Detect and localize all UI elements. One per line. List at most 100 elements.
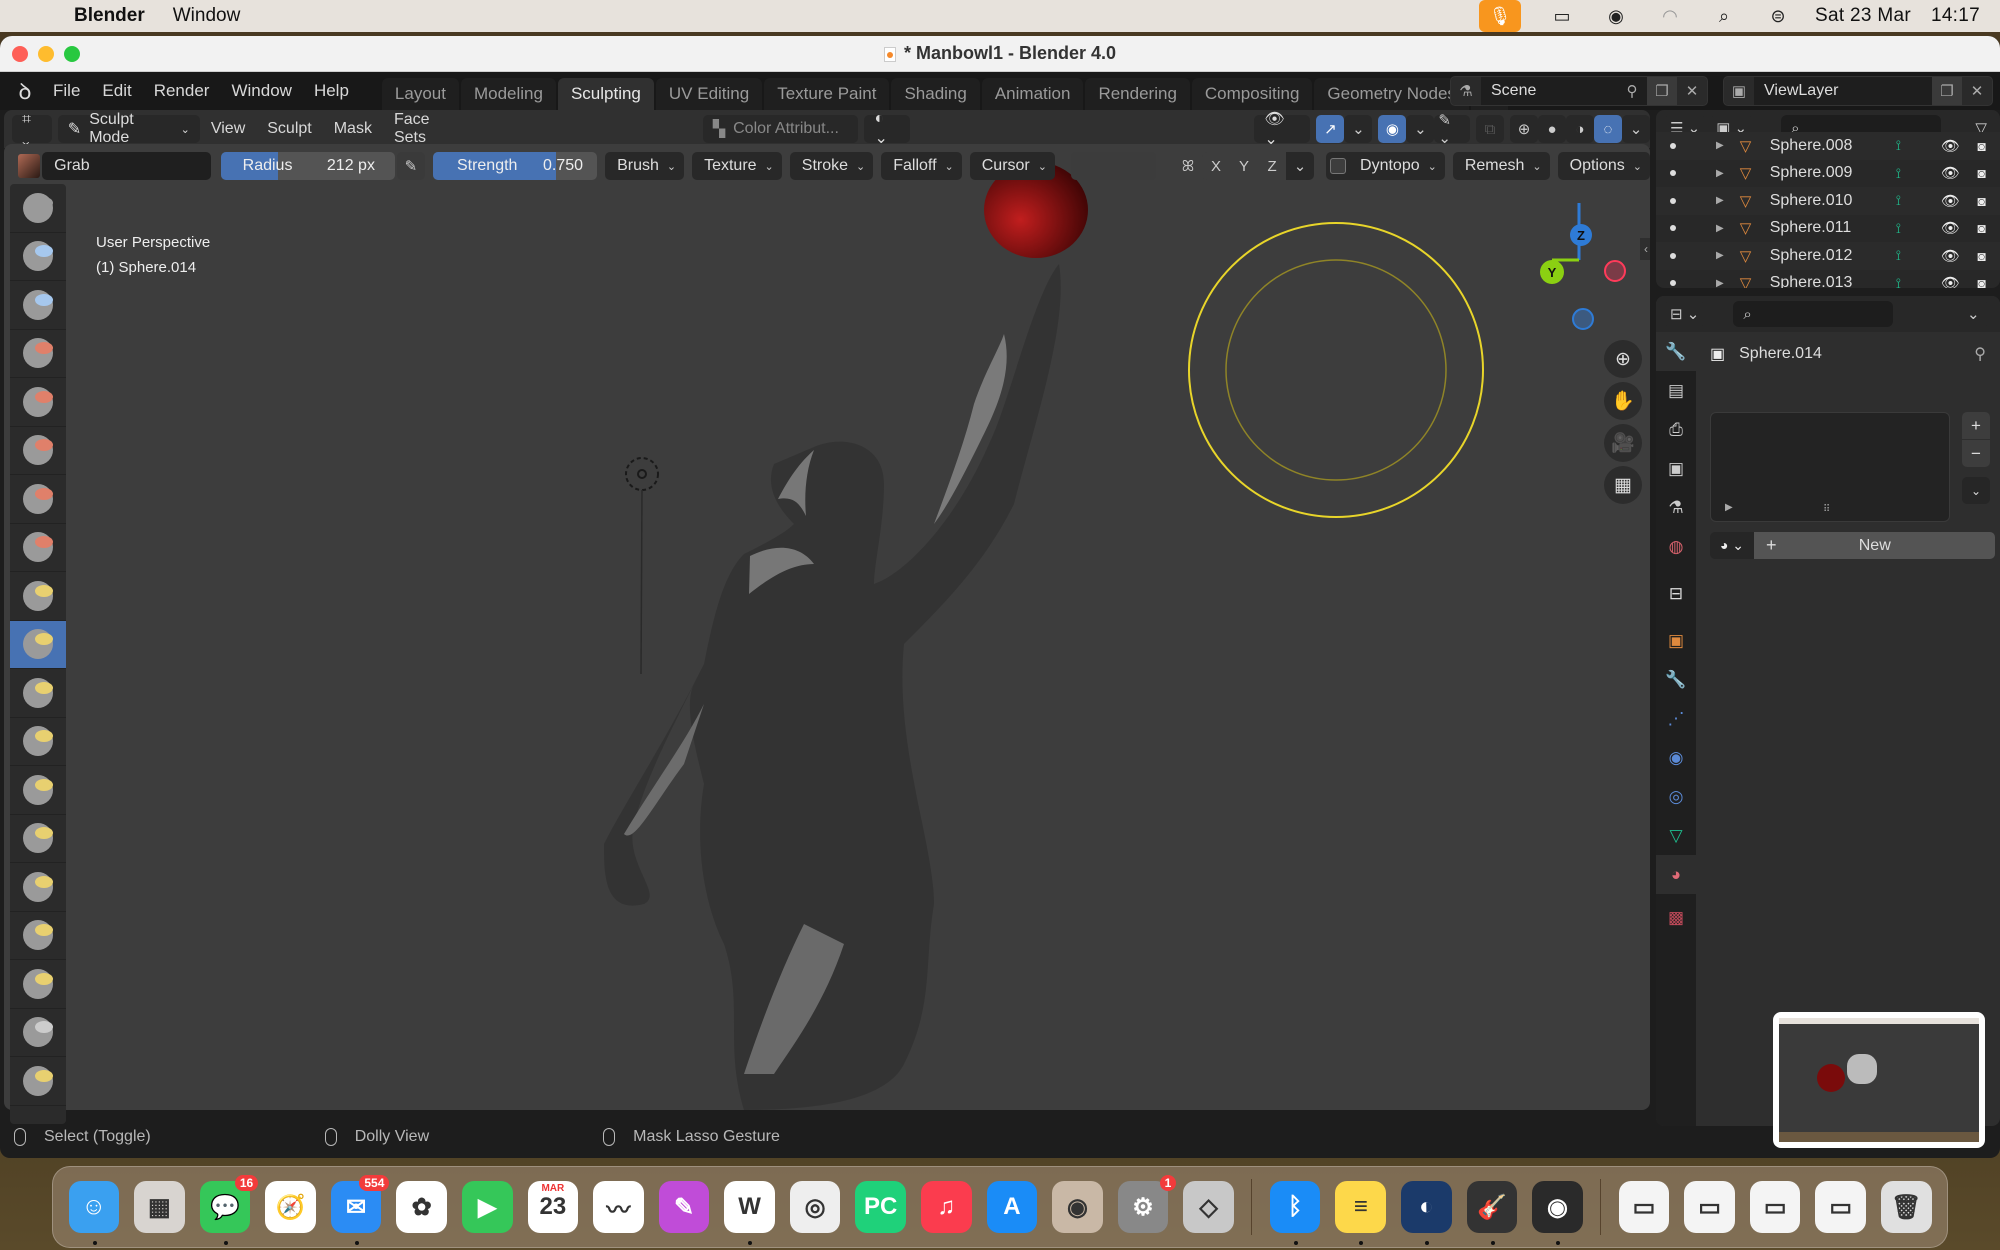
wireframe-shading-button[interactable]: ⊕ [1509,115,1538,143]
dock-app-music[interactable]: ♫ [921,1181,972,1233]
view-layer-tab-icon[interactable]: ▣ [1656,449,1696,488]
properties-search-input[interactable]: ⌕ [1733,301,1894,327]
gizmo-z-button[interactable]: Z [1570,224,1592,246]
data-tab-icon[interactable]: ▽ [1656,816,1696,855]
remesh-dropdown[interactable]: Remesh ⌄ [1452,152,1550,180]
dock-app-recent-document-1[interactable]: ▭ [1618,1181,1670,1233]
visibility-eye-icon[interactable]: 👁 [1941,274,1960,288]
menubar-time[interactable]: 14:17 [1931,5,1980,27]
tool-draw-sharp[interactable] [10,281,66,330]
editor-type-button[interactable]: ⌗ ⌄ [12,111,52,146]
tool-grab[interactable] [10,669,66,718]
pin-icon[interactable]: ⚲ [1974,344,1986,364]
dock-app-safari[interactable]: 🧭 [265,1181,316,1233]
pin-icon[interactable]: ⚲ [1617,77,1647,105]
menubar-app-name[interactable]: Blender [74,5,145,27]
dock-app-steam[interactable]: ◐ [1401,1181,1452,1245]
view-layer-field[interactable]: ViewLayer [1754,77,1932,105]
duplicate-scene-icon[interactable]: ❐ [1647,77,1677,105]
zoom-view-icon[interactable]: ⊕ [1604,340,1642,378]
outliner-row[interactable]: ▶ ▽ Sphere.009 ⟟ 👁 ◙ [1656,160,2000,188]
remove-scene-icon[interactable]: ✕ [1677,77,1707,105]
selectable-dot-icon[interactable] [1670,197,1676,204]
gizmo-negative-z-button[interactable] [1572,308,1594,330]
outliner-row[interactable]: ▶ ▽ Sphere.011 ⟟ 👁 ◙ [1656,215,2000,243]
outliner-row[interactable]: ▶ ▽ Sphere.010 ⟟ 👁 ◙ [1656,187,2000,215]
dock-app-word[interactable]: W [724,1181,775,1245]
outliner-object-name[interactable]: Sphere.010 [1770,192,1890,210]
outliner-object-name[interactable]: Sphere.012 [1770,247,1890,265]
dock-app-recent-document-2[interactable]: ▭ [1684,1181,1735,1233]
dock-app-app-store[interactable]: A [986,1181,1038,1233]
resize-handle-icon[interactable]: ⠿ [1823,504,1830,515]
tool-slide-relax[interactable] [10,1009,66,1057]
workspace-tab-rendering[interactable]: Rendering [1085,78,1190,110]
texture-dropdown[interactable]: Texture ⌄ [692,152,782,180]
control-center-icon[interactable]: ⊜ [1751,0,1805,32]
modifier-tab-icon[interactable]: 🔧 [1656,660,1696,699]
outliner-object-name[interactable]: Sphere.013 [1770,274,1890,288]
xray-toggle-button[interactable]: ⧉ [1475,115,1504,143]
duplicate-view-layer-icon[interactable]: ❐ [1932,77,1962,105]
vertex-groups-icon[interactable]: ⟟ [1896,137,1901,154]
gizmo-toggle-button[interactable]: ↗ [1316,115,1345,143]
physics-tab-icon[interactable]: ◉ [1656,738,1696,777]
gizmo-x-button[interactable] [1604,260,1626,282]
screenshot-thumbnail[interactable] [1773,1012,1985,1148]
tool-inflate[interactable] [10,475,66,524]
workspace-tab-modeling[interactable]: Modeling [460,78,556,110]
outliner-object-name[interactable]: Sphere.009 [1770,164,1890,182]
brush-preview-icon[interactable] [18,154,41,178]
outliner-row[interactable]: ▶ ▽ Sphere.013 ⟟ 👁 ◙ [1656,270,2000,288]
dock-app-freeform[interactable]: 〰 [593,1181,644,1233]
cursor-dropdown[interactable]: Cursor ⌄ [969,152,1055,180]
overlay-toggle-button[interactable]: ◉ [1378,115,1407,143]
tool-nudge[interactable] [10,912,66,960]
expand-arrow-icon[interactable]: ▶ [1716,195,1724,206]
visibility-eye-icon[interactable]: 👁 [1941,192,1960,210]
dock-app-garageband[interactable]: 🎸 [1466,1181,1518,1245]
properties-options-dropdown[interactable]: ⌄ [1959,300,1988,328]
dock-app-roblox[interactable]: ◇ [1183,1181,1234,1233]
browse-material-icon[interactable]: ◕ ⌄ [1710,532,1754,559]
visibility-selector[interactable]: 👁 ⌄ [1254,111,1311,148]
symmetry-y-toggle[interactable]: Y [1230,152,1259,180]
workspace-tab-sculpting[interactable]: Sculpting [557,78,654,110]
brush-name-field[interactable]: Grab [42,152,211,180]
tool-boundary[interactable] [10,1057,66,1106]
gizmo-y-button[interactable]: Y [1540,260,1564,284]
material-shading-button[interactable]: ◑ [1565,115,1594,143]
workspace-tab-uv-editing[interactable]: UV Editing [655,78,763,110]
battery-icon[interactable]: ▭ [1535,0,1589,32]
dock-app-blender[interactable]: ◉ [1052,1181,1103,1233]
tool-tab-icon[interactable]: 🔧 [1656,332,1696,371]
new-material-button[interactable]: + New [1754,532,1995,559]
selectable-dot-icon[interactable] [1670,225,1676,232]
vertex-groups-icon[interactable]: ⟟ [1896,165,1901,182]
render-camera-icon[interactable]: ◙ [1978,193,1986,209]
dyntopo-checkbox[interactable] [1330,158,1347,174]
render-camera-icon[interactable]: ◙ [1978,165,1986,181]
wifi-icon[interactable]: ◠ [1643,0,1697,32]
outliner-object-name[interactable]: Sphere.011 [1770,219,1890,237]
sculpt-overlay-button[interactable]: ✎ ⌄ [1434,112,1470,147]
expand-arrow-icon[interactable]: ▶ [1716,250,1724,261]
falloff-dropdown[interactable]: Falloff ⌄ [881,152,962,180]
material-slot-list[interactable]: ▶ ⠿ [1710,412,1950,522]
expand-arrow-icon[interactable]: ▶ [1716,168,1724,179]
dock-app-trash[interactable]: 🗑 [1881,1181,1932,1233]
symmetry-x-toggle[interactable]: X [1202,152,1231,180]
constraints-tab-icon[interactable]: ◎ [1656,777,1696,816]
vertex-groups-icon[interactable]: ⟟ [1896,247,1901,264]
blender-logo-icon[interactable]: ꝺ [8,72,42,110]
tool-snake-hook[interactable] [10,766,66,815]
tool-pose[interactable] [10,863,66,912]
view-layer-selector[interactable]: ▣ ViewLayer ❐ ✕ [1723,76,1993,106]
menubar-window-menu[interactable]: Window [173,5,241,27]
outliner-object-name[interactable]: Sphere.008 [1770,137,1890,155]
dock-app-pycharm[interactable]: PC [855,1181,907,1233]
workspace-tab-layout[interactable]: Layout [381,78,459,110]
scene-selector[interactable]: ⚗ Scene ⚲ ❐ ✕ [1450,76,1708,106]
tool-crease[interactable] [10,572,66,621]
selectable-dot-icon[interactable] [1670,252,1676,259]
